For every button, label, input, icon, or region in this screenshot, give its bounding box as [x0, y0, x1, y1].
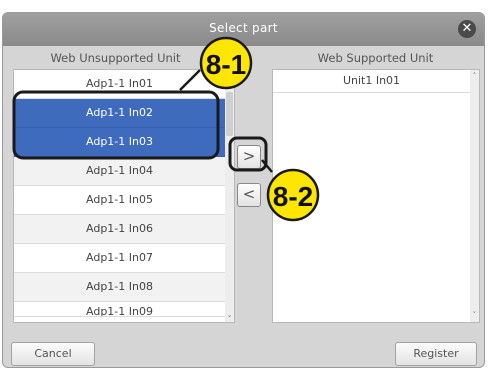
move-left-button[interactable]: <: [237, 183, 261, 207]
list-item[interactable]: Unit1 In01: [273, 70, 470, 93]
scroll-down-icon[interactable]: ⌄: [225, 311, 234, 320]
list-item[interactable]: Adp1-1 In09: [14, 302, 225, 317]
scroll-down-icon[interactable]: ˅: [470, 311, 479, 320]
scroll-up-icon[interactable]: ▲: [225, 72, 234, 81]
list-item[interactable]: Adp1-1 In02: [14, 99, 225, 128]
unsupported-unit-list[interactable]: Adp1-1 In01 Adp1-1 In02 Adp1-1 In03 Adp1-1 …: [13, 69, 235, 323]
list-item[interactable]: Adp1-1 In08: [14, 273, 225, 302]
list-item[interactable]: Adp1-1 In04: [14, 157, 225, 186]
move-right-button[interactable]: >: [237, 145, 261, 169]
list-item[interactable]: Adp1-1 In07: [14, 244, 225, 273]
scroll-up-icon[interactable]: ˄: [470, 72, 479, 81]
supported-unit-header: Web Supported Unit: [317, 51, 434, 65]
list-item[interactable]: Adp1-1 In06: [14, 215, 225, 244]
supported-list-scrollbar[interactable]: ˄ ˅: [470, 70, 479, 322]
supported-unit-list[interactable]: Unit1 In01 ˄ ˅: [272, 69, 480, 323]
scroll-thumb[interactable]: [226, 92, 233, 136]
list-item[interactable]: Adp1-1 In05: [14, 186, 225, 215]
list-item[interactable]: Adp1-1 In01: [14, 70, 225, 99]
cancel-button[interactable]: Cancel: [11, 342, 95, 366]
dialog-title: Select part: [209, 21, 278, 35]
unsupported-list-scrollbar[interactable]: ▲ ⌄: [225, 70, 234, 322]
unsupported-unit-header: Web Unsupported Unit: [50, 51, 181, 65]
close-icon[interactable]: ✕: [458, 20, 476, 38]
list-item[interactable]: Adp1-1 In03: [14, 128, 225, 157]
register-button[interactable]: Register: [395, 342, 477, 366]
dialog-titlebar: Select part ✕: [3, 13, 484, 46]
select-part-dialog: Select part ✕ Web Unsupported Unit Web S…: [2, 12, 485, 368]
